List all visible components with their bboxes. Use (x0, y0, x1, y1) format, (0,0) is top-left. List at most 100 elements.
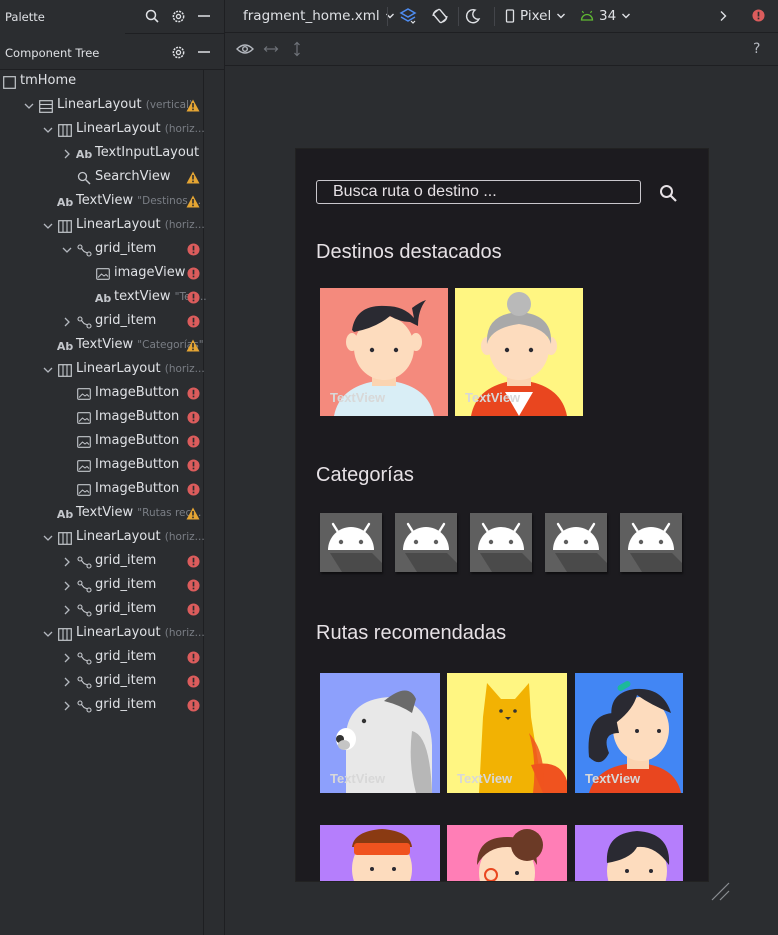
chevron-down-icon[interactable] (42, 364, 54, 376)
warning-icon[interactable] (186, 171, 200, 185)
tree-row[interactable]: grid_item (0, 550, 225, 574)
error-icon[interactable] (187, 411, 201, 425)
error-icon[interactable] (187, 603, 201, 617)
tree-row[interactable]: grid_item (0, 598, 225, 622)
gear-icon[interactable] (170, 8, 186, 24)
warning-icon[interactable] (186, 507, 200, 521)
error-icon[interactable] (187, 291, 201, 305)
ruta-card[interactable]: TextView (575, 673, 683, 793)
chevron-right-icon[interactable] (718, 10, 728, 22)
warning-icon[interactable] (186, 195, 200, 209)
chevron-down-icon[interactable] (42, 124, 54, 136)
error-icon[interactable] (187, 699, 201, 713)
tree-row[interactable]: grid_item (0, 646, 225, 670)
chevron-down-icon[interactable] (42, 628, 54, 640)
chevron-down-icon[interactable] (42, 220, 54, 232)
tree-row[interactable]: grid_item (0, 310, 225, 334)
chevron-right-icon[interactable] (61, 580, 73, 592)
file-selector[interactable]: fragment_home.xml (243, 8, 395, 24)
tree-row[interactable]: ImageButton (0, 406, 225, 430)
error-icon[interactable] (187, 267, 201, 281)
error-icon[interactable] (187, 315, 201, 329)
chevron-right-icon[interactable] (61, 148, 73, 160)
tree-row[interactable]: LinearLayout (horiz... (0, 526, 225, 550)
error-icon[interactable] (187, 675, 201, 689)
tree-row[interactable]: grid_item (0, 694, 225, 718)
category-image-button[interactable] (470, 513, 532, 572)
night-mode-icon[interactable] (465, 8, 481, 24)
tree-row[interactable]: LinearLayout (horiz... (0, 358, 225, 382)
resize-handle-icon[interactable] (710, 881, 730, 901)
tree-row[interactable]: Ab TextView "Categorías" (0, 334, 225, 358)
destino-card[interactable]: TextView (455, 288, 583, 416)
chevron-right-icon[interactable] (61, 604, 73, 616)
tree-row[interactable]: LinearLayout (horiz... (0, 118, 225, 142)
chevron-right-icon[interactable] (61, 700, 73, 712)
warning-icon[interactable] (186, 339, 200, 353)
minimize-icon[interactable] (196, 8, 212, 24)
android-icon (320, 513, 382, 572)
tree-row[interactable]: Ab TextView "Destinos ... (0, 190, 225, 214)
tree-row[interactable]: grid_item (0, 574, 225, 598)
error-icon[interactable] (187, 387, 201, 401)
search-icon[interactable] (144, 8, 160, 24)
ruta-card[interactable]: TextView (447, 673, 567, 793)
error-icon[interactable] (187, 243, 201, 257)
chevron-right-icon[interactable] (61, 676, 73, 688)
category-image-button[interactable] (545, 513, 607, 572)
error-icon[interactable] (752, 9, 765, 22)
chevron-right-icon[interactable] (61, 652, 73, 664)
tree-row[interactable]: AbtextView "Tex... (0, 286, 225, 310)
chevron-down-icon[interactable] (23, 100, 35, 112)
error-icon[interactable] (187, 579, 201, 593)
tree-row[interactable]: Ab TextView "Rutas rec... (0, 502, 225, 526)
tree-row[interactable]: LinearLayout (horiz... (0, 622, 225, 646)
chevron-right-icon[interactable] (61, 556, 73, 568)
tile-label: TextView (330, 390, 386, 405)
chevron-down-icon[interactable] (61, 244, 73, 256)
tree-row[interactable]: imageView (0, 262, 225, 286)
tree-row[interactable]: SearchView (0, 166, 225, 190)
category-image-button[interactable] (620, 513, 682, 572)
layers-icon[interactable] (399, 7, 417, 25)
tree-row[interactable]: LinearLayout (horiz... (0, 214, 225, 238)
ruta-card[interactable] (575, 825, 683, 881)
destino-card[interactable]: TextView (320, 288, 448, 416)
error-icon[interactable] (187, 459, 201, 473)
horizontal-resize-icon[interactable] (263, 43, 279, 55)
tree-row[interactable]: LinearLayout (vertical) (0, 94, 225, 118)
android-icon (580, 10, 594, 21)
error-icon[interactable] (187, 483, 201, 497)
tree-row[interactable]: ImageButton (0, 382, 225, 406)
tree-row[interactable]: ImageButton (0, 454, 225, 478)
warning-icon[interactable] (186, 99, 200, 113)
gear-icon[interactable] (170, 44, 186, 60)
search-input[interactable]: Busca ruta o destino ... (316, 180, 641, 204)
chevron-right-icon[interactable] (61, 316, 73, 328)
tree-row-label: grid_item (95, 241, 157, 256)
ruta-card[interactable] (447, 825, 567, 881)
api-selector[interactable]: 34 (580, 8, 631, 24)
help-icon[interactable]: ? (753, 41, 760, 57)
layout-preview[interactable]: Busca ruta o destino ... Destinos destac… (296, 149, 708, 881)
error-icon[interactable] (187, 651, 201, 665)
vertical-resize-icon[interactable] (291, 41, 303, 57)
tree-row[interactable]: ImageButton (0, 478, 225, 502)
chevron-down-icon[interactable] (42, 532, 54, 544)
minimize-icon[interactable] (196, 44, 212, 60)
error-icon[interactable] (187, 435, 201, 449)
tree-row[interactable]: Ab TextInputLayout (0, 142, 225, 166)
tree-row[interactable]: tmHome (0, 70, 225, 94)
tree-row[interactable]: grid_item (0, 670, 225, 694)
device-selector[interactable]: Pixel (505, 8, 566, 24)
tree-row[interactable]: grid_item (0, 238, 225, 262)
error-icon[interactable] (187, 555, 201, 569)
category-image-button[interactable] (320, 513, 382, 572)
orientation-icon[interactable] (431, 7, 449, 25)
eye-icon[interactable] (236, 43, 254, 55)
search-icon[interactable] (659, 184, 678, 203)
ruta-card[interactable] (320, 825, 440, 881)
category-image-button[interactable] (395, 513, 457, 572)
ruta-card[interactable]: TextView (320, 673, 440, 793)
tree-row[interactable]: ImageButton (0, 430, 225, 454)
